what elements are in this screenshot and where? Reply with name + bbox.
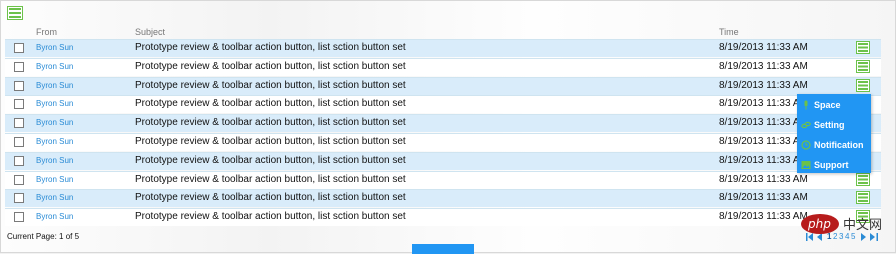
message-subject: Prototype review & toolbar action button… [135,98,406,110]
row-checkbox[interactable] [14,193,24,204]
menu-item-label: Setting [814,120,845,130]
message-time: 8/19/2013 11:33 AM [719,211,808,223]
sender-link[interactable]: Byron Sun [36,43,73,52]
context-menu: Space Setting Notification Support [797,94,871,173]
row-actions-icon[interactable] [856,41,870,54]
row-actions-icon[interactable] [856,59,870,73]
microphone-icon [804,100,808,110]
row-checkbox[interactable] [14,80,24,91]
row-checkbox[interactable] [14,118,24,129]
message-time: 8/19/2013 11:33 AM [719,117,808,129]
menu-item-notification[interactable]: Notification [797,136,871,154]
svg-text:php: php [807,217,831,231]
current-page-label: Current Page: 1 of 5 [7,232,80,241]
table-row[interactable]: Byron Sun Prototype review & toolbar acti… [5,170,881,189]
table-row[interactable]: Byron Sun Prototype review & toolbar acti… [5,114,881,133]
row-checkbox[interactable] [14,43,24,53]
message-subject: Prototype review & toolbar action button… [135,60,406,72]
sender-link[interactable]: Byron Sun [36,81,73,90]
table-row[interactable]: Byron Sun Prototype review & toolbar acti… [5,133,881,151]
row-checkbox[interactable] [14,212,24,223]
row-checkbox[interactable] [14,99,24,110]
message-subject: Prototype review & toolbar action button… [135,117,406,129]
sender-link[interactable]: Byron Sun [36,137,73,146]
message-time: 8/19/2013 11:33 AM [719,136,808,147]
menu-item-label: Support [814,160,849,170]
sender-link[interactable]: Byron Sun [36,62,73,71]
message-subject: Prototype review & toolbar action button… [135,136,406,147]
column-time[interactable]: Time [719,27,739,37]
column-subject[interactable]: Subject [135,27,165,37]
message-time: 8/19/2013 11:33 AM [719,173,808,185]
row-actions-icon[interactable] [856,172,870,186]
table-row[interactable]: Byron Sun Prototype review & toolbar acti… [5,76,881,95]
row-actions-icon[interactable] [856,191,870,205]
table-row[interactable]: Byron Sun Prototype review & toolbar acti… [5,151,881,170]
mail-list-panel: From Subject Time Byron Sun Prototype rev… [0,0,896,254]
message-time: 8/19/2013 11:33 AM [719,192,808,204]
row-checkbox[interactable] [14,155,24,166]
watermark-text: 中文网 [843,218,882,233]
message-time: 8/19/2013 11:33 AM [719,60,808,72]
row-actions-icon[interactable] [856,78,870,92]
table-row[interactable]: Byron Sun Prototype review & toolbar acti… [5,95,881,114]
sender-link[interactable]: Byron Sun [36,212,73,221]
sender-link[interactable]: Byron Sun [36,175,73,184]
row-checkbox[interactable] [14,61,24,72]
table-row[interactable]: Byron Sun Prototype review & toolbar acti… [5,208,881,227]
table-row[interactable]: Byron Sun Prototype review & toolbar acti… [5,39,881,57]
list-icon[interactable] [7,6,23,20]
message-subject: Prototype review & toolbar action button… [135,79,406,91]
link-icon [801,121,811,129]
sender-link[interactable]: Byron Sun [36,193,73,202]
message-subject: Prototype review & toolbar action button… [135,173,406,185]
clock-icon [801,140,811,150]
row-checkbox[interactable] [14,137,24,147]
menu-item-label: Notification [814,140,864,150]
menu-item-support[interactable]: Support [797,156,871,174]
message-time: 8/19/2013 11:33 AM [719,42,808,53]
message-time: 8/19/2013 11:33 AM [719,79,808,91]
message-subject: Prototype review & toolbar action button… [135,42,406,53]
menu-item-setting[interactable]: Setting [797,116,871,134]
sender-link[interactable]: Byron Sun [36,156,73,165]
message-subject: Prototype review & toolbar action button… [135,192,406,204]
table-row[interactable]: Byron Sun Prototype review & toolbar acti… [5,57,881,76]
message-subject: Prototype review & toolbar action button… [135,154,406,166]
table-row[interactable]: Byron Sun Prototype review & toolbar acti… [5,189,881,208]
image-icon [801,161,811,169]
column-header: From Subject Time [1,25,896,39]
php-watermark-logo: php 中文网 [801,214,882,234]
row-checkbox[interactable] [14,174,24,185]
column-from[interactable]: From [36,27,57,37]
sender-link[interactable]: Byron Sun [36,99,73,108]
menu-item-label: Space [814,100,841,110]
menu-item-space[interactable]: Space [797,96,871,114]
message-time: 8/19/2013 11:33 AM [719,154,808,166]
message-subject: Prototype review & toolbar action button… [135,211,406,223]
message-time: 8/19/2013 11:33 AM [719,98,808,110]
sender-link[interactable]: Byron Sun [36,118,73,127]
